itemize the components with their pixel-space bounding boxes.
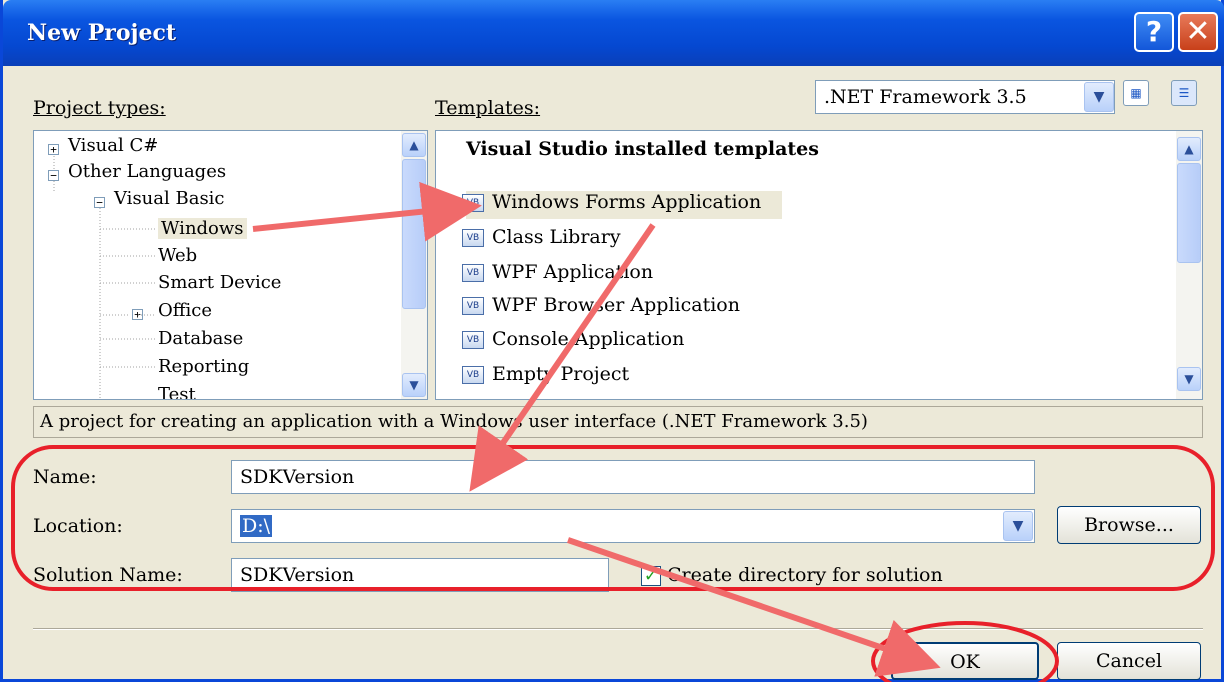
create-directory-checkbox[interactable]: ✓ <box>641 566 661 586</box>
browse-button[interactable]: Browse... <box>1057 506 1201 544</box>
template-class-library[interactable]: VB Class Library <box>462 226 776 254</box>
tree-item-reporting[interactable]: Reporting <box>158 356 249 377</box>
arrow-up-icon: ▲ <box>1184 142 1194 156</box>
location-input-value: D:\ <box>240 515 273 537</box>
solution-name-label: Solution Name: <box>33 564 183 586</box>
framework-dropdown-button[interactable]: ▼ <box>1084 82 1114 112</box>
title-bar: New Project ? ✕ <box>3 0 1224 66</box>
small-icons-icon: ☰ <box>1178 86 1190 100</box>
project-types-scrollbar[interactable]: ▲ ▼ <box>401 131 427 399</box>
framework-select-value: .NET Framework 3.5 <box>824 86 1027 108</box>
scroll-down-button[interactable]: ▼ <box>402 373 426 397</box>
template-empty-project[interactable]: VB Empty Project <box>462 363 776 391</box>
separator <box>33 628 1203 630</box>
tree-item-windows[interactable]: Windows <box>158 218 247 239</box>
tree-item-other-languages[interactable]: Other Languages <box>68 161 226 182</box>
tree-item-visual-csharp[interactable]: Visual C# <box>68 135 158 156</box>
collapse-visual-basic-icon[interactable]: − <box>94 197 105 208</box>
template-wpf-browser-application[interactable]: VB WPF Browser Application <box>462 294 776 322</box>
checkmark-icon: ✓ <box>643 566 659 586</box>
location-label: Location: <box>33 515 123 537</box>
annotation-arrow-ok <box>567 537 941 677</box>
tree-item-web[interactable]: Web <box>158 245 197 266</box>
name-label: Name: <box>33 466 97 488</box>
template-windows-forms-application[interactable]: VB Windows Forms Application <box>462 191 782 219</box>
collapse-other-languages-icon[interactable]: − <box>48 170 59 181</box>
new-project-dialog: New Project ? ✕ Project types: Templates… <box>0 0 1224 682</box>
tree-item-visual-basic[interactable]: Visual Basic <box>114 188 225 209</box>
large-icons-view-button[interactable]: ▦ <box>1123 80 1149 106</box>
small-icons-view-button[interactable]: ☰ <box>1171 80 1197 106</box>
chevron-down-icon: ▼ <box>1093 89 1105 105</box>
vb-class-library-icon: VB <box>462 229 484 247</box>
templates-scroll-thumb[interactable] <box>1177 163 1201 263</box>
scroll-thumb[interactable] <box>402 159 426 309</box>
template-description: A project for creating an application wi… <box>33 406 1203 438</box>
project-types-label: Project types: <box>33 97 166 119</box>
solution-name-input[interactable]: SDKVersion <box>231 558 609 592</box>
vb-wpf-application-icon: VB <box>462 264 484 282</box>
chevron-down-icon: ▼ <box>1012 518 1024 534</box>
vb-windows-forms-icon: VB <box>462 194 484 212</box>
location-dropdown-button[interactable]: ▼ <box>1003 511 1033 541</box>
templates-scroll-down-button[interactable]: ▼ <box>1177 367 1201 391</box>
templates-group-header: Visual Studio installed templates <box>466 138 819 160</box>
vb-wpf-browser-icon: VB <box>462 297 484 315</box>
help-button[interactable]: ? <box>1134 12 1174 52</box>
vb-empty-project-icon: VB <box>462 366 484 384</box>
expand-visual-csharp-icon[interactable]: + <box>48 144 59 155</box>
arrow-up-icon: ▲ <box>409 138 419 152</box>
create-directory-label[interactable]: Create directory for solution <box>667 564 943 586</box>
close-icon: ✕ <box>1185 14 1211 49</box>
template-wpf-application[interactable]: VB WPF Application <box>462 261 776 289</box>
scroll-up-button[interactable]: ▲ <box>402 133 426 157</box>
templates-scrollbar[interactable]: ▲ ▼ <box>1176 131 1202 399</box>
expand-office-icon[interactable]: + <box>132 309 143 320</box>
project-types-tree[interactable]: + Visual C# − Other Languages − Visual B… <box>33 130 428 400</box>
vb-console-icon: VB <box>462 331 484 349</box>
tree-item-test[interactable]: Test <box>158 384 196 399</box>
dialog-title: New Project <box>27 20 177 46</box>
templates-list[interactable]: Visual Studio installed templates VB Win… <box>435 130 1203 400</box>
ok-button[interactable]: OK <box>891 642 1039 680</box>
templates-scroll-up-button[interactable]: ▲ <box>1177 137 1201 161</box>
location-input[interactable]: D:\ <box>231 509 1035 543</box>
large-icons-icon: ▦ <box>1130 86 1142 100</box>
framework-select[interactable]: .NET Framework 3.5 <box>815 80 1115 114</box>
tree-item-database[interactable]: Database <box>158 328 243 349</box>
name-input[interactable]: SDKVersion <box>231 460 1035 494</box>
tree-item-smart-device[interactable]: Smart Device <box>158 272 281 293</box>
close-button[interactable]: ✕ <box>1178 12 1218 52</box>
tree-item-office[interactable]: Office <box>158 300 212 321</box>
template-console-application[interactable]: VB Console Application <box>462 328 776 356</box>
templates-label: Templates: <box>435 97 541 119</box>
cancel-button[interactable]: Cancel <box>1057 642 1201 680</box>
arrow-down-icon: ▼ <box>1184 372 1194 386</box>
help-icon: ? <box>1145 15 1163 48</box>
arrow-down-icon: ▼ <box>409 378 419 392</box>
